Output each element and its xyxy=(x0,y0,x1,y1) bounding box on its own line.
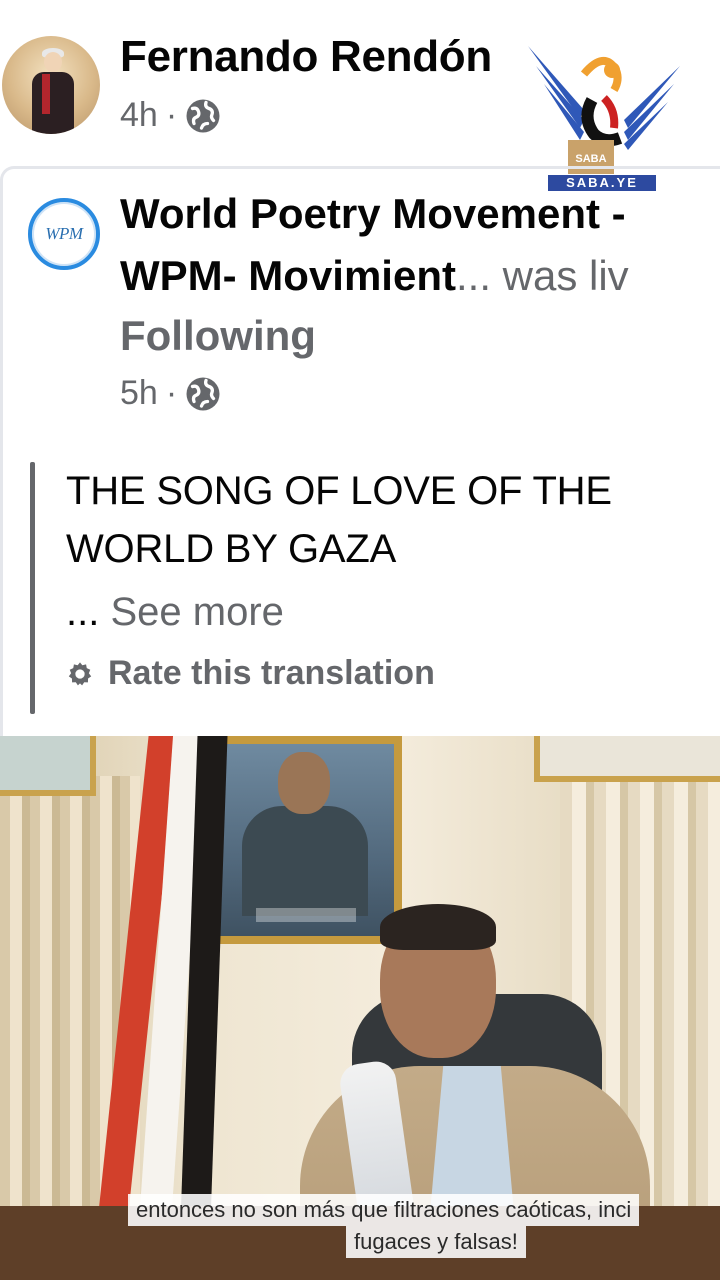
wall-frame xyxy=(534,736,720,782)
saba-emblem-text: SABA xyxy=(575,153,606,165)
post-text: THE SONG OF LOVE OF THE WORLD BY GAZA xyxy=(66,469,612,571)
rate-translation-button[interactable]: Rate this translation xyxy=(66,654,435,693)
shared-post-time[interactable]: 5h xyxy=(120,374,158,413)
globe-icon[interactable] xyxy=(185,98,221,134)
post-time[interactable]: 4h xyxy=(120,96,158,135)
author-name[interactable]: Fernando Rendón xyxy=(120,32,492,82)
author-avatar[interactable] xyxy=(2,36,100,134)
wall-frame xyxy=(0,736,96,796)
post-meta: 4h · xyxy=(120,96,221,135)
page-logo-text: WPM xyxy=(45,224,83,243)
see-more-row: ... See more xyxy=(66,590,284,635)
live-status-text: ... was liv xyxy=(455,252,629,299)
globe-icon[interactable] xyxy=(185,376,221,412)
meta-separator: · xyxy=(165,96,178,134)
page-name[interactable]: World Poetry Movement - xyxy=(120,190,626,238)
page-avatar[interactable]: WPM xyxy=(28,198,100,270)
gear-icon xyxy=(68,661,92,685)
rate-translation-label: Rate this translation xyxy=(108,654,435,692)
ellipsis: ... xyxy=(66,590,100,634)
meta-separator: · xyxy=(165,374,178,412)
translation-quote-bar xyxy=(30,462,35,714)
following-button[interactable]: Following xyxy=(120,312,316,360)
video-subtitle-line-1: entonces no son más que filtraciones caó… xyxy=(128,1194,640,1226)
shared-post-meta: 5h · xyxy=(120,374,221,413)
wall-portrait xyxy=(208,736,402,944)
page-name-continued[interactable]: WPM- Movimient... was liv xyxy=(120,252,629,300)
video-subtitle-line-2: fugaces y falsas! xyxy=(346,1226,526,1258)
page-name-part: WPM- Movimient xyxy=(120,252,456,299)
see-more-link[interactable]: See more xyxy=(110,590,283,634)
